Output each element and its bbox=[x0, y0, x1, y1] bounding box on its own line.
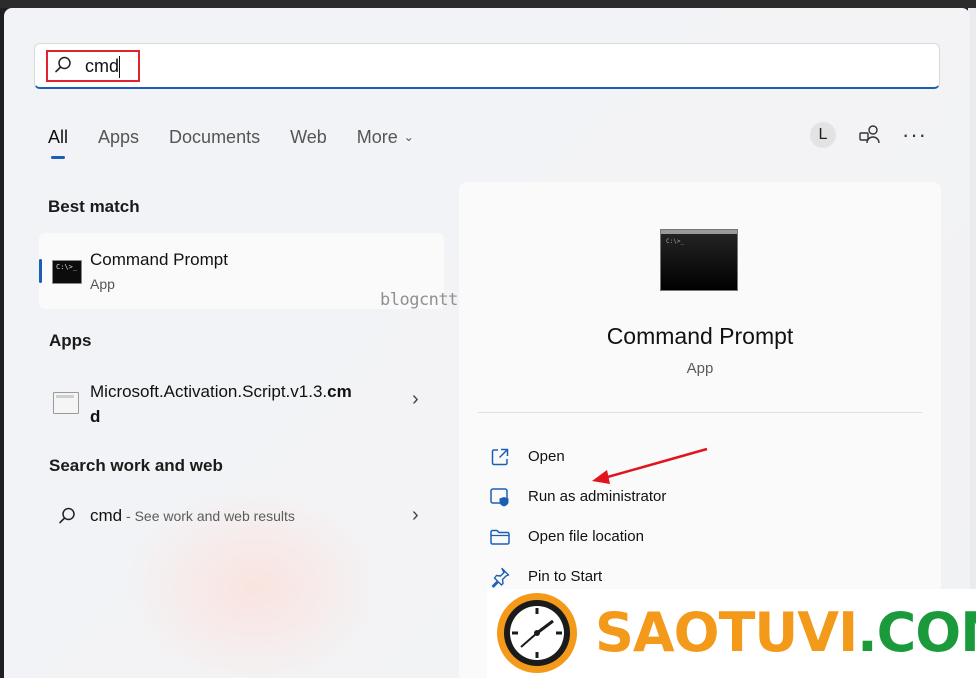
site-logo: SAOTUVI.COM bbox=[487, 589, 976, 678]
red-annotation-arrow bbox=[592, 447, 708, 484]
logo-wordmark: SAOTUVI.COM bbox=[595, 601, 976, 664]
start-search-panel: All Apps Documents Web More⌄ L ··· Best … bbox=[4, 8, 970, 678]
logo-text-saotuvi: SAOTUVI bbox=[595, 601, 858, 664]
logo-text-com: .COM bbox=[857, 601, 976, 664]
clock-logo-icon bbox=[497, 593, 577, 673]
background-window-edge bbox=[0, 0, 976, 8]
